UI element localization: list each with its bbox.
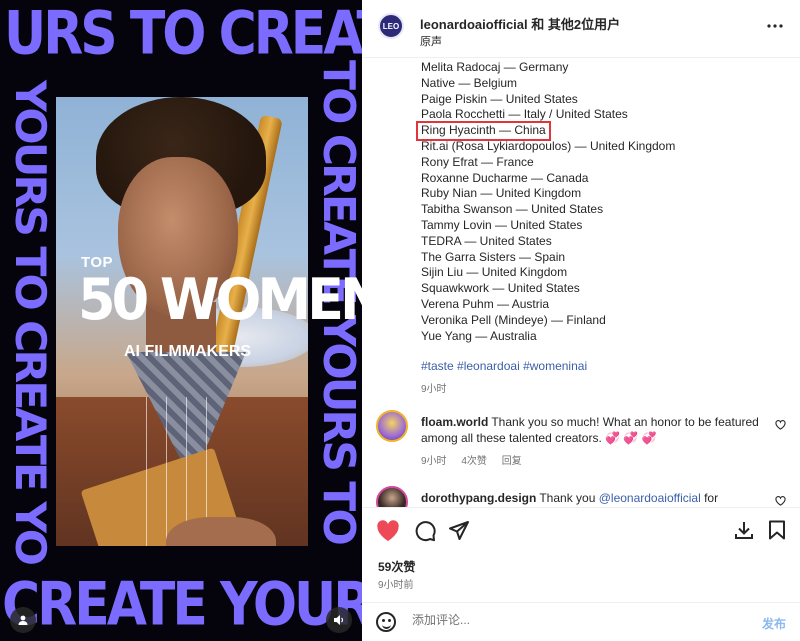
- reel-media[interactable]: URS TO CREATE YO YOURS TO CREATE YO TO C…: [0, 0, 362, 641]
- more-options-button[interactable]: [766, 18, 784, 29]
- share-icon: [449, 521, 469, 540]
- caption-list: Melita Radocaj — Germany Native — Belgiu…: [416, 60, 676, 344]
- comment-text: Thank you: [539, 491, 599, 505]
- like-button[interactable]: [376, 520, 400, 546]
- caption-entry: Native — Belgium: [421, 75, 518, 90]
- caption-entry: Melita Radocaj — Germany: [421, 60, 569, 74]
- comments-scroll-area[interactable]: Melita Radocaj — Germany Native — Belgiu…: [362, 58, 800, 507]
- reply-button[interactable]: 回复: [502, 456, 522, 467]
- caption-entry: Rit.ai (Rosa Lykiardopoulos) — United Ki…: [421, 138, 676, 153]
- caption-entry: Sijin Liu — United Kingdom: [421, 265, 568, 280]
- emoji-icon[interactable]: [376, 612, 396, 632]
- like-count[interactable]: 59次赞: [378, 558, 415, 575]
- download-button[interactable]: [734, 520, 754, 544]
- caption-entry-highlighted: Ring Hyacinth — China: [416, 121, 551, 141]
- comment-like-button[interactable]: [775, 420, 786, 433]
- comment-icon: [415, 521, 436, 542]
- action-bar: [362, 507, 800, 555]
- caption-entry: TEDRA — United States: [421, 233, 552, 248]
- comment-meta: 9小时 4次赞 回复: [421, 452, 534, 467]
- caption-hashtags[interactable]: #taste #leonardoai #womeninai: [421, 359, 587, 373]
- caption-entry: Squawkwork — United States: [421, 281, 580, 296]
- comment-body: floam.world Thank you so much! What an ho…: [421, 414, 771, 446]
- caption-timestamp: 9小时: [421, 384, 447, 395]
- download-icon: [735, 522, 753, 539]
- comment-input[interactable]: [412, 613, 732, 627]
- comment-time: 9小时: [421, 456, 447, 467]
- header-usernames: leonardoaiofficial 和 其他2位用户: [420, 14, 620, 33]
- coauthors-link[interactable]: 和 其他2位用户: [531, 17, 620, 32]
- frame-text-top: URS TO CREATE YO: [4, 0, 362, 69]
- comment-text-tail: for: [700, 491, 719, 505]
- caption-entry: Rony Efrat — France: [421, 154, 534, 169]
- overlay-subtitle: AI FILMMAKERS: [124, 343, 252, 360]
- speaker-icon: [334, 615, 344, 625]
- heart-filled-icon: [377, 520, 399, 541]
- heart-outline-icon: [775, 420, 786, 430]
- commenter-username[interactable]: floam.world: [421, 415, 488, 429]
- comment-mention[interactable]: @leonardoaiofficial: [599, 491, 701, 505]
- post-header: LEO leonardoaiofficial 和 其他2位用户 原声: [362, 0, 800, 58]
- share-button[interactable]: [448, 520, 470, 546]
- frame-text-left: YOURS TO CREATE YO: [5, 80, 54, 564]
- commenter-username[interactable]: dorothypang.design: [421, 491, 536, 505]
- person-icon: [18, 615, 28, 625]
- save-button[interactable]: [768, 520, 786, 544]
- comment-button[interactable]: [414, 520, 436, 546]
- overlay-title: 50 WOMEN: [78, 266, 362, 333]
- post-panel: LEO leonardoaiofficial 和 其他2位用户 原声 Melit…: [362, 0, 800, 641]
- frame-text-bottom: CREATE YOURS TO C: [2, 570, 362, 640]
- caption-entry: The Garra Sisters — Spain: [421, 249, 566, 264]
- comment-likes[interactable]: 4次赞: [461, 456, 487, 467]
- caption-entry: Roxanne Ducharme — Canada: [421, 170, 589, 185]
- comment-like-button[interactable]: [775, 496, 786, 507]
- commenter-avatar[interactable]: [376, 486, 408, 507]
- caption-entry: Paige Piskin — United States: [421, 91, 578, 106]
- commenter-avatar[interactable]: [376, 410, 408, 442]
- comment-body: dorothypang.design Thank you @leonardoaio…: [421, 490, 771, 506]
- caption-entry: Yue Yang — Australia: [421, 328, 537, 343]
- caption-entry: Paola Rocchetti — Italy / United States: [421, 107, 628, 122]
- add-comment-bar: 发布: [362, 602, 800, 641]
- mute-button[interactable]: [326, 607, 352, 633]
- caption-entry: Ruby Nian — United Kingdom: [421, 186, 582, 201]
- caption-entry: Veronika Pell (Mindeye) — Finland: [421, 312, 606, 327]
- post-timestamp: 9小时前: [378, 580, 414, 591]
- caption-entry: Tabitha Swanson — United States: [421, 202, 604, 217]
- bookmark-icon: [769, 520, 785, 540]
- post-comment-button[interactable]: 发布: [762, 615, 786, 632]
- caption-entry: Verena Puhm — Austria: [421, 296, 550, 311]
- author-username[interactable]: leonardoaiofficial: [420, 17, 528, 32]
- original-audio-label[interactable]: 原声: [420, 33, 442, 49]
- caption-entry: Tammy Lovin — United States: [421, 217, 583, 232]
- avatar[interactable]: LEO: [378, 13, 404, 39]
- tagged-users-button[interactable]: [10, 607, 36, 633]
- more-icon: [767, 24, 783, 28]
- heart-outline-icon: [775, 496, 786, 506]
